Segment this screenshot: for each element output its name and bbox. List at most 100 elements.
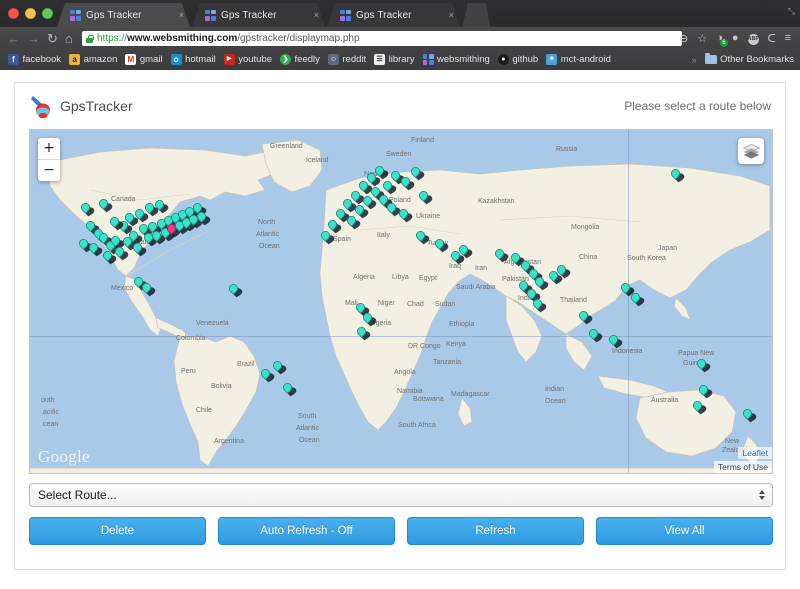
zoom-in-button[interactable]: +: [38, 138, 60, 160]
address-bar[interactable]: https://www.websmithing.com/gpstracker/d…: [82, 31, 682, 46]
map-marker[interactable]: [609, 335, 618, 348]
map-marker[interactable]: [533, 299, 542, 312]
map-zoom-control[interactable]: + −: [38, 138, 60, 181]
wrench-icon[interactable]: ᑕ: [768, 32, 776, 45]
home-icon[interactable]: ⌂: [65, 32, 73, 45]
map-marker[interactable]: [511, 253, 520, 266]
extension-icon[interactable]: ◑ 6: [716, 32, 723, 44]
tab-1[interactable]: Gps Tracker ×: [57, 3, 190, 27]
map-marker[interactable]: [631, 293, 640, 306]
bookmark-facebook[interactable]: ffacebook: [8, 54, 61, 65]
overflow-chevron-icon[interactable]: »: [692, 55, 697, 65]
tab-title: Gps Tracker: [356, 10, 446, 21]
map-marker[interactable]: [363, 196, 372, 209]
minimize-window-button[interactable]: [25, 8, 36, 19]
select-stepper-arrows-icon[interactable]: [759, 490, 765, 500]
maximize-window-button[interactable]: [42, 8, 53, 19]
map-marker[interactable]: [79, 239, 88, 252]
close-window-button[interactable]: [8, 8, 19, 19]
map-marker[interactable]: [145, 203, 154, 216]
delete-button[interactable]: Delete: [29, 517, 206, 545]
bookmark-feedly[interactable]: ❯feedly: [280, 54, 320, 65]
map-marker[interactable]: [411, 167, 420, 180]
bookmark-gmail[interactable]: Mgmail: [125, 54, 162, 65]
map-marker[interactable]: [693, 401, 702, 414]
map-marker[interactable]: [399, 209, 408, 222]
zoom-out-button[interactable]: −: [38, 160, 60, 181]
reload-icon[interactable]: ↻: [47, 32, 58, 45]
map-marker[interactable]: [401, 177, 410, 190]
map-marker[interactable]: [197, 212, 206, 225]
map-marker[interactable]: [142, 283, 151, 296]
map-marker[interactable]: [697, 359, 706, 372]
bookmark-youtube[interactable]: ▶youtube: [224, 54, 272, 65]
map-marker[interactable]: [261, 369, 270, 382]
map-marker[interactable]: [347, 216, 356, 229]
map-marker[interactable]: [357, 327, 366, 340]
extension-circle-icon[interactable]: ●: [732, 32, 739, 44]
map-marker[interactable]: [391, 171, 400, 184]
map-marker[interactable]: [459, 245, 468, 258]
map-marker[interactable]: [579, 311, 588, 324]
map-marker[interactable]: [89, 243, 98, 256]
map-canvas[interactable]: + − Google Leaflet Terms of Use CanadaUn…: [29, 129, 773, 474]
new-tab-button[interactable]: [462, 3, 490, 27]
map-marker[interactable]: [699, 385, 708, 398]
tab-close-icon[interactable]: ×: [449, 10, 454, 20]
bookmark-amazon[interactable]: aamazon: [69, 54, 117, 65]
view-all-button[interactable]: View All: [596, 517, 773, 545]
auto-refresh-button[interactable]: Auto Refresh - Off: [218, 517, 395, 545]
adblock-icon[interactable]: ABP: [748, 31, 759, 45]
map-marker[interactable]: [133, 243, 142, 256]
github-icon: ●: [498, 54, 509, 65]
map-marker[interactable]: [743, 409, 752, 422]
map-marker[interactable]: [557, 265, 566, 278]
bookmark-mct-android[interactable]: ■mct-android: [546, 54, 611, 65]
map-marker[interactable]: [435, 239, 444, 252]
map-marker[interactable]: [363, 313, 372, 326]
back-icon[interactable]: ←: [7, 32, 20, 45]
map-marker[interactable]: [375, 166, 384, 179]
map-marker[interactable]: [419, 191, 428, 204]
bookmark-hotmail[interactable]: ohotmail: [171, 54, 216, 65]
map-marker[interactable]: [283, 383, 292, 396]
bookmark-reddit[interactable]: ☺reddit: [328, 54, 366, 65]
map-marker[interactable]: [387, 203, 396, 216]
map-layers-button[interactable]: [738, 138, 764, 164]
bookmark-github[interactable]: ●github: [498, 54, 538, 65]
menu-icon[interactable]: ≡: [785, 32, 791, 44]
fullscreen-icon[interactable]: ⤡: [788, 6, 795, 17]
map-marker[interactable]: [81, 203, 90, 216]
tab-2[interactable]: Gps Tracker ×: [192, 3, 325, 27]
bookmark-library[interactable]: ☰library: [374, 54, 414, 65]
map-marker[interactable]: [589, 329, 598, 342]
map-marker[interactable]: [495, 249, 504, 262]
tab-3[interactable]: Gps Tracker ×: [327, 3, 460, 27]
refresh-button[interactable]: Refresh: [407, 517, 584, 545]
zoom-out-icon[interactable]: ⊖: [679, 32, 688, 45]
map-marker[interactable]: [621, 283, 630, 296]
tab-close-icon[interactable]: ×: [314, 10, 319, 20]
map-marker[interactable]: [321, 231, 330, 244]
leaflet-link[interactable]: Leaflet: [738, 447, 772, 459]
terms-of-use-link[interactable]: Terms of Use: [714, 461, 772, 473]
map-marker[interactable]: [355, 205, 364, 218]
map-marker[interactable]: [103, 251, 112, 264]
map-marker[interactable]: [155, 200, 164, 213]
map-marker[interactable]: [273, 361, 282, 374]
other-bookmarks-folder[interactable]: Other Bookmarks: [705, 54, 794, 65]
bookmark-websmithing[interactable]: websmithing: [423, 54, 490, 65]
forward-icon[interactable]: →: [27, 32, 40, 45]
map-marker[interactable]: [229, 284, 238, 297]
map-marker[interactable]: [135, 209, 144, 222]
route-select[interactable]: Select Route...: [29, 483, 773, 507]
map-marker[interactable]: [99, 199, 108, 212]
bookmark-star-icon[interactable]: ☆: [697, 32, 707, 45]
map-label: Angola: [394, 369, 416, 376]
map-marker[interactable]: [416, 231, 425, 244]
map-marker[interactable]: [110, 217, 119, 230]
tab-close-icon[interactable]: ×: [179, 10, 184, 20]
window-traffic-lights[interactable]: [8, 8, 53, 19]
map-marker[interactable]: [535, 277, 544, 290]
map-marker[interactable]: [671, 169, 680, 182]
